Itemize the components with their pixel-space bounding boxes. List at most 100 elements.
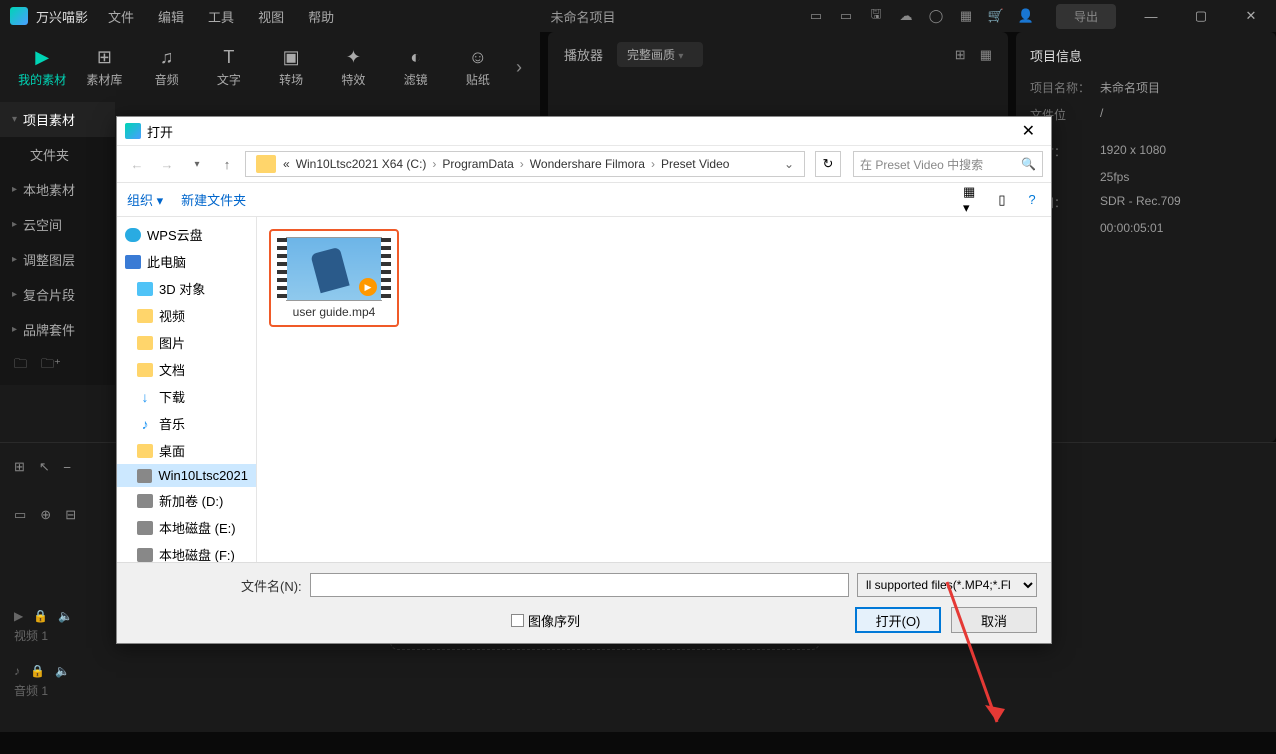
file-filter-select[interactable]: ll supported files(*.MP4;*.Fl [857, 573, 1037, 597]
tree-item[interactable]: 图片 [117, 329, 256, 356]
menu-file[interactable]: 文件 [108, 7, 134, 26]
cart-icon[interactable]: 🛒 [988, 8, 1004, 24]
sidebar-brand[interactable]: ▸品牌套件 [0, 312, 115, 347]
breadcrumb-item[interactable]: Preset Video [658, 157, 733, 171]
menu-view[interactable]: 视图 [258, 7, 284, 26]
new-folder-icon[interactable]: 🗀 [14, 355, 27, 377]
sidebar-label: 云空间 [23, 215, 62, 234]
breadcrumb-item[interactable]: ProgramData [439, 157, 516, 171]
device-icon[interactable]: ▭ [808, 8, 824, 24]
dialog-close-button[interactable]: ✕ [1014, 119, 1043, 143]
maximize-button[interactable]: ▢ [1186, 6, 1216, 26]
view-mode-icon[interactable]: ▦ ▾ [963, 191, 981, 209]
tl-tool-icon[interactable]: ⎯ [64, 459, 71, 475]
tabs-more-icon[interactable]: › [516, 57, 522, 78]
new-bin-icon[interactable]: 🗀⁺ [41, 355, 61, 377]
user-icon[interactable]: 👤 [1018, 8, 1034, 24]
tree-item[interactable]: 3D 对象 [117, 275, 256, 302]
info-panel: 项目信息 项目名称：未命名项目 文件位/ 尺寸：1920 x 1080 25fp… [1016, 32, 1276, 442]
menu-edit[interactable]: 编辑 [158, 7, 184, 26]
tab-filters[interactable]: ◐滤镜 [392, 47, 440, 88]
refresh-button[interactable]: ↻ [815, 151, 841, 177]
sidebar-folder[interactable]: 文件夹 [0, 137, 115, 172]
sidebar-local[interactable]: ▸本地素材 [0, 172, 115, 207]
tree-item[interactable]: 视频 [117, 302, 256, 329]
file-list[interactable]: ▶ user guide.mp4 [257, 217, 1051, 562]
audio-track-icon[interactable]: ♪ [14, 664, 20, 678]
nav-up-button[interactable]: ↑ [215, 152, 239, 176]
close-button[interactable]: ✕ [1236, 6, 1266, 26]
preview-pane-icon[interactable]: ▯ [993, 191, 1011, 209]
tree-item-label: 音乐 [159, 414, 185, 433]
new-folder-button[interactable]: 新建文件夹 [181, 190, 246, 209]
mute-icon[interactable]: 🔈 [58, 609, 73, 623]
sidebar-project-media[interactable]: ▾项目素材 [0, 102, 115, 137]
nav-recent-button[interactable]: ▾ [185, 152, 209, 176]
file-item[interactable]: ▶ user guide.mp4 [269, 229, 399, 327]
tab-transition[interactable]: ▣转场 [267, 47, 315, 88]
tree-item[interactable]: 本地磁盘 (E:) [117, 514, 256, 541]
tree-item-label: 桌面 [159, 441, 185, 460]
menu-help[interactable]: 帮助 [308, 7, 334, 26]
tree-item[interactable]: ♪音乐 [117, 410, 256, 437]
file-name: user guide.mp4 [293, 305, 376, 319]
organize-button[interactable]: 组织 ▾ [127, 190, 163, 209]
save-icon[interactable]: 🖫 [868, 8, 884, 24]
screen-icon[interactable]: ▭ [838, 8, 854, 24]
image-view-icon[interactable]: ▦ [980, 47, 992, 63]
help-icon[interactable]: ? [1023, 191, 1041, 209]
sidebar-adjust[interactable]: ▸调整图层 [0, 242, 115, 277]
tl-tool-icon[interactable]: ▭ [14, 507, 26, 523]
tree-item[interactable]: 本地磁盘 (F:) [117, 541, 256, 562]
cancel-button[interactable]: 取消 [951, 607, 1037, 633]
folder-icon [137, 363, 153, 377]
lock-icon[interactable]: 🔒 [30, 664, 45, 678]
image-sequence-checkbox[interactable] [511, 614, 524, 627]
export-button[interactable]: 导出 [1056, 4, 1116, 29]
tab-stickers[interactable]: ☺贴纸 [454, 47, 502, 88]
sidebar-compound[interactable]: ▸复合片段 [0, 277, 115, 312]
tab-effects[interactable]: ✦特效 [329, 47, 377, 88]
filename-input[interactable] [310, 573, 849, 597]
tl-tool-icon[interactable]: ⊟ [65, 507, 76, 523]
tl-tool-icon[interactable]: ⊞ [14, 459, 25, 475]
search-input[interactable]: 在 Preset Video 中搜索 🔍 [853, 151, 1043, 177]
open-button[interactable]: 打开(O) [855, 607, 941, 633]
menu-tools[interactable]: 工具 [208, 7, 234, 26]
breadcrumb-item[interactable]: Wondershare Filmora [527, 157, 648, 171]
tl-tool-icon[interactable]: ⊕ [40, 507, 51, 523]
tree-item[interactable]: Win10Ltsc2021 [117, 464, 256, 487]
quality-value: 完整画质 [627, 48, 675, 62]
tree-item[interactable]: WPS云盘 [117, 221, 256, 248]
lock-icon[interactable]: 🔒 [33, 609, 48, 623]
tab-stock[interactable]: ⊞素材库 [80, 47, 128, 88]
tree-item[interactable]: ↓下载 [117, 383, 256, 410]
nav-forward-button[interactable]: → [155, 152, 179, 176]
tab-text[interactable]: T文字 [205, 47, 253, 88]
tab-my-media[interactable]: ▶我的素材 [18, 47, 66, 88]
tree-item-label: 新加卷 (D:) [159, 491, 223, 510]
tree-item[interactable]: 文档 [117, 356, 256, 383]
tree-item[interactable]: 新加卷 (D:) [117, 487, 256, 514]
quality-select[interactable]: 完整画质 ▾ [617, 42, 703, 67]
tab-audio[interactable]: ♫音频 [143, 47, 191, 88]
breadcrumb[interactable]: « Win10Ltsc2021 X64 (C:)› ProgramData› W… [245, 151, 805, 177]
tree-item[interactable]: 此电脑 [117, 248, 256, 275]
breadcrumb-item[interactable]: Win10Ltsc2021 X64 (C:) [293, 157, 430, 171]
breadcrumb-dropdown-icon[interactable]: ⌄ [780, 157, 798, 171]
cloud-icon[interactable]: ☁ [898, 8, 914, 24]
audio-track-label: 音频 1 [14, 682, 1262, 699]
tl-tool-icon[interactable]: ↖ [39, 459, 50, 475]
disk-icon [137, 469, 152, 483]
video-track-icon[interactable]: ▶ [14, 609, 23, 623]
mute-icon[interactable]: 🔈 [55, 664, 70, 678]
tree-item[interactable]: 桌面 [117, 437, 256, 464]
nav-back-button[interactable]: ← [125, 152, 149, 176]
apps-icon[interactable]: ▦ [958, 8, 974, 24]
headset-icon[interactable]: ◯ [928, 8, 944, 24]
tree-item-label: 3D 对象 [159, 279, 205, 298]
grid-view-icon[interactable]: ⊞ [955, 47, 966, 63]
sidebar-cloud[interactable]: ▸云空间 [0, 207, 115, 242]
minimize-button[interactable]: — [1136, 6, 1166, 26]
tree-item-label: 下载 [159, 387, 185, 406]
